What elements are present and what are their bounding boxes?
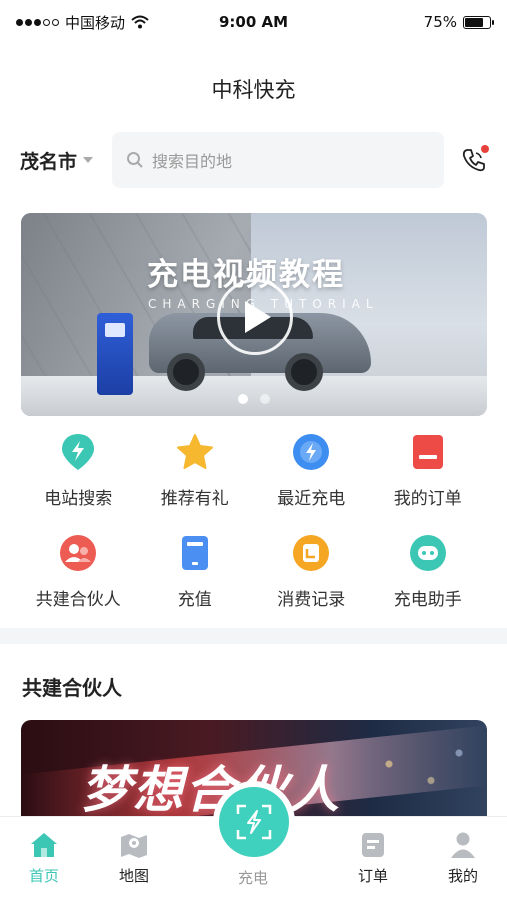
partner-banner-text: 梦想合伙人 (81, 761, 341, 819)
wifi-icon (131, 15, 149, 29)
tab-label: 首页 (28, 867, 59, 885)
action-station-search[interactable]: 电站搜索 (20, 432, 137, 509)
status-right: 75% (423, 13, 494, 31)
action-label: 消费记录 (277, 590, 346, 610)
pager-dot[interactable] (260, 394, 270, 404)
status-bar: 中国移动 9:00 AM 75% (0, 0, 507, 44)
action-label: 推荐有礼 (160, 489, 229, 509)
play-button[interactable] (217, 279, 293, 355)
tab-map[interactable]: 地图 (94, 831, 174, 886)
play-icon (245, 301, 271, 333)
action-label: 充值 (177, 590, 212, 610)
pager-dot[interactable] (238, 394, 248, 404)
location-bolt-icon (58, 432, 98, 472)
record-icon (291, 533, 331, 573)
action-label: 电站搜索 (44, 489, 113, 509)
signal-icon (16, 18, 59, 26)
tab-label: 地图 (118, 867, 149, 885)
order-doc-icon (362, 833, 384, 857)
battery-percent: 75% (423, 13, 457, 31)
action-label: 我的订单 (393, 489, 462, 509)
notification-dot (481, 145, 489, 153)
home-icon (31, 833, 57, 857)
status-left: 中国移动 (16, 12, 424, 33)
charger-image (97, 313, 133, 395)
search-placeholder: 搜索目的地 (152, 152, 233, 171)
action-label: 共建合伙人 (35, 590, 121, 610)
search-row: 茂名市 搜索目的地 (20, 132, 490, 188)
action-my-orders[interactable]: 我的订单 (370, 432, 487, 509)
star-icon (175, 432, 215, 472)
city-label: 茂名市 (20, 150, 78, 173)
charge-button[interactable] (219, 787, 289, 857)
action-label: 最近充电 (277, 489, 346, 509)
bolt-circle-icon (291, 432, 331, 472)
car-wheel-rear (285, 353, 323, 391)
city-selector[interactable]: 茂名市 (20, 147, 112, 174)
action-referral[interactable]: 推荐有礼 (137, 432, 254, 509)
partner-icon (58, 533, 98, 573)
search-input[interactable]: 搜索目的地 (112, 132, 444, 188)
search-icon (127, 152, 143, 168)
tutorial-banner[interactable]: 充电视频教程 CHARGING TUTORIAL (21, 213, 487, 416)
tab-orders[interactable]: 订单 (333, 831, 413, 886)
section-divider (0, 628, 507, 644)
tab-home[interactable]: 首页 (4, 831, 84, 886)
recharge-icon (175, 533, 215, 573)
banner-pager (21, 394, 487, 404)
user-icon (451, 832, 475, 858)
section-title: 共建合伙人 (22, 676, 122, 700)
order-icon (408, 432, 448, 472)
action-recharge[interactable]: 充值 (137, 533, 254, 610)
action-records[interactable]: 消费记录 (253, 533, 370, 610)
caret-down-icon (83, 157, 94, 163)
car-wheel-front (167, 353, 205, 391)
tab-label: 订单 (357, 867, 388, 885)
quick-actions-grid: 电站搜索 推荐有礼 最近充电 我的订单 共建合伙人 充值 消费记录 充电助手 (20, 432, 486, 610)
tab-bar: 首页 地图 充电 订单 我的 (0, 787, 507, 900)
tab-label: 我的 (447, 867, 478, 885)
scan-charge-icon (236, 804, 272, 840)
tab-label: 充电 (237, 869, 268, 887)
carrier-name: 中国移动 (65, 13, 126, 32)
map-icon (121, 834, 147, 858)
battery-icon (463, 15, 494, 29)
tab-charge[interactable]: 充电 (213, 867, 293, 888)
page-title: 中科快充 (211, 78, 296, 102)
action-label: 充电助手 (393, 590, 462, 610)
tab-profile[interactable]: 我的 (423, 831, 503, 886)
action-partner[interactable]: 共建合伙人 (20, 533, 137, 610)
action-recent-charge[interactable]: 最近充电 (253, 432, 370, 509)
assistant-icon (408, 533, 448, 573)
phone-button[interactable] (458, 144, 490, 176)
partner-banner-lights (347, 720, 487, 830)
action-assistant[interactable]: 充电助手 (370, 533, 487, 610)
